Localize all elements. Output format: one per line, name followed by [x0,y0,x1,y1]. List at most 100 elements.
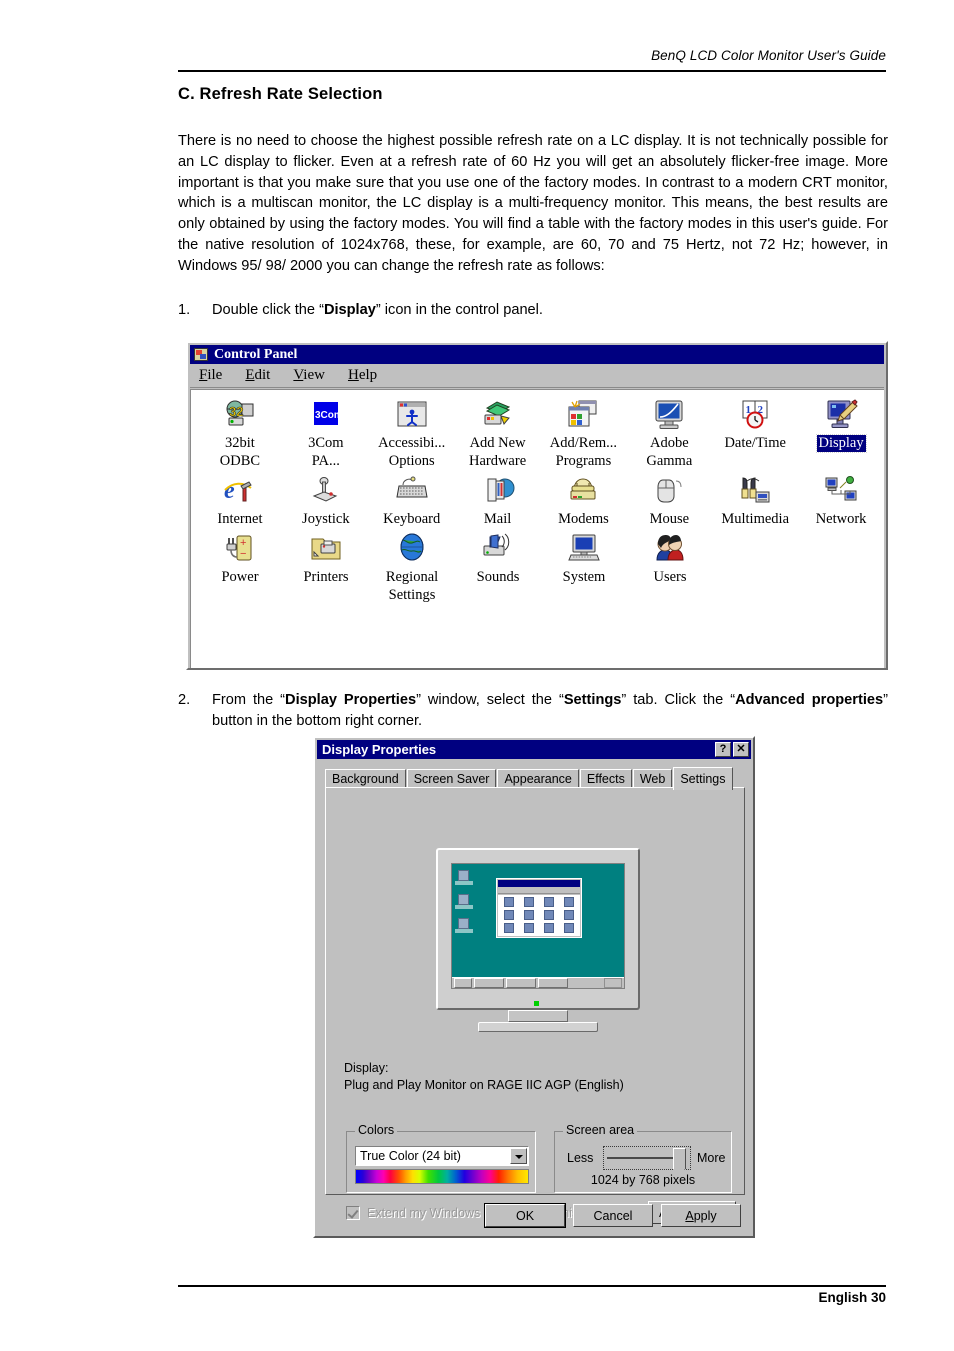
preview-monitor-neck [508,1010,568,1022]
tab-background[interactable]: Background [325,769,406,788]
cp-item-power[interactable]: + − Power [197,528,283,586]
cp-item-adobe-gamma[interactable]: Adobe Gamma [626,394,712,470]
preview-screen [451,863,625,989]
menu-help[interactable]: Help [348,367,377,384]
document-page: BenQ LCD Color Monitor User's Guide C. R… [0,0,954,1351]
help-button[interactable]: ? [715,742,731,757]
cp-label: Regional Settings [385,569,439,603]
cp-item-sounds[interactable]: Sounds [455,528,541,586]
mouse-icon [652,474,686,507]
slider-thumb[interactable] [672,1148,686,1176]
menu-view[interactable]: View [293,367,325,384]
preview-monitor-base [478,1022,598,1032]
cp-item-network[interactable]: Network [798,470,884,528]
cp-item-system[interactable]: System [541,528,627,586]
dialog-titlebar: Display Properties ? ✕ [317,740,751,759]
cp-item-multimedia[interactable]: Multimedia [712,470,798,528]
ok-button[interactable]: OK [484,1203,566,1228]
power-icon: + − [223,532,257,565]
preview-desktop-icon [455,918,473,933]
preview-desktop-icon [455,870,473,885]
tab-screen-saver[interactable]: Screen Saver [406,769,497,788]
cp-item-mail[interactable]: Mail [455,470,541,528]
tab-settings[interactable]: Settings [673,767,733,790]
colors-group: Colors True Color (24 bit) [346,1123,536,1193]
cp-label: 3Com PA... [308,435,344,469]
page-title: C. Refresh Rate Selection [178,85,383,103]
preview-power-led [534,1001,539,1006]
accessibility-icon [395,398,429,431]
cp-item-printers[interactable]: Printers [283,528,369,586]
svg-text:3Com: 3Com [315,410,343,421]
menu-file[interactable]: File [199,367,222,384]
sounds-icon [481,532,515,565]
control-panel-icon-area: 32 32bit ODBC 3Com 3Com PA... Accessibi.… [190,389,884,668]
cp-item-internet[interactable]: e Internet [197,470,283,528]
header-rule [178,70,886,72]
cp-item-accessibility-options[interactable]: Accessibi... Options [369,394,455,470]
printers-icon [309,532,343,565]
cp-item-3com-pa[interactable]: 3Com 3Com PA... [283,394,369,470]
cp-label: Date/Time [724,435,786,451]
slider-rail [607,1157,683,1159]
mail-icon [481,474,515,507]
cp-label: Printers [303,569,349,585]
cp-label: Add New Hardware [468,435,527,469]
multimedia-icon [738,474,772,507]
running-head: BenQ LCD Color Monitor User's Guide [651,48,886,63]
step-2: 2. From the “Display Properties” window,… [178,690,888,732]
preview-mini-client [498,895,580,936]
step-1-text: Double click the “Display” icon in the c… [212,302,543,318]
settings-panel: Display: Plug and Play Monitor on RAGE I… [325,787,745,1224]
tab-effects[interactable]: Effects [579,769,632,788]
body-paragraph: There is no need to choose the highest p… [178,133,888,274]
cp-item-display[interactable]: Display [798,394,884,453]
color-depth-select[interactable]: True Color (24 bit) [355,1146,529,1166]
cp-label: Modems [558,511,609,527]
cp-item-users[interactable]: Users [627,528,713,586]
preview-mini-titlebar [498,880,580,887]
cp-label: Mail [483,511,512,527]
control-panel-window: Control Panel File Edit View Help 32 32b… [186,341,888,670]
adobe-gamma-icon [652,398,686,431]
cp-label: 32bit ODBC [219,435,261,469]
slider-less-label: Less [567,1151,594,1165]
apply-button[interactable]: Apply [661,1204,741,1227]
cp-item-joystick[interactable]: Joystick [283,470,369,528]
cp-label: Display [815,434,867,453]
tab-strip: Background Screen Saver Appearance Effec… [325,766,745,790]
titlebar-buttons: ? ✕ [715,742,751,757]
dialog-title-text: Display Properties [322,742,437,757]
cp-item-keyboard[interactable]: Keyboard [369,470,455,528]
add-remove-programs-icon [566,398,600,431]
slider-more-label: More [697,1151,726,1165]
cp-item-mouse[interactable]: Mouse [626,470,712,528]
cp-label: Users [653,569,687,585]
display-label: Display: [344,1061,389,1075]
close-icon[interactable]: ✕ [733,742,749,757]
cancel-button[interactable]: Cancel [573,1204,653,1227]
odbc-icon: 32 [223,398,257,431]
chevron-down-icon[interactable] [510,1148,527,1164]
tab-appearance[interactable]: Appearance [497,769,579,788]
screen-area-group-label: Screen area [563,1123,638,1137]
cp-label: System [562,569,606,585]
control-panel-row: e Internet Joystick Keyboard Mail Modems… [197,470,884,528]
preview-mini-menubar [498,888,580,894]
cp-item-32bit-odbc[interactable]: 32 32bit ODBC [197,394,283,470]
svg-text:−: − [240,548,246,560]
cp-item-add-new-hardware[interactable]: Add New Hardware [455,394,541,470]
network-icon [824,474,858,507]
control-panel-row: + − Power Printers Regional Settings Sou… [197,528,884,604]
menu-edit[interactable]: Edit [245,367,270,384]
cp-item-regional-settings[interactable]: Regional Settings [369,528,455,604]
3com-icon: 3Com [309,398,343,431]
page-footer: English 30 [818,1290,886,1305]
cp-item-modems[interactable]: Modems [541,470,627,528]
internet-icon: e [223,474,257,507]
tab-web[interactable]: Web [632,769,673,788]
color-spectrum-swatch [355,1169,529,1184]
cp-item-add-remove-programs[interactable]: Add/Rem... Programs [541,394,627,470]
cp-item-date-time[interactable]: 1 2 Date/Time [712,394,798,452]
monitor-preview[interactable] [436,848,640,1038]
